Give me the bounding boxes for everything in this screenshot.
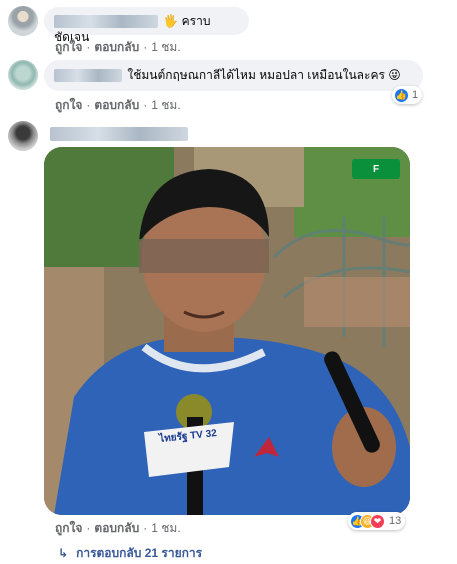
comment-bubble: 🖐 คราบชัดเจน [44,7,249,44]
timestamp[interactable]: 1 ชม. [151,40,180,54]
reaction-count: 1 [412,89,419,101]
separator: · [143,521,148,535]
reaction-count: 13 [389,515,402,527]
avatar[interactable] [8,6,38,36]
timestamp[interactable]: 1 ชม. [151,98,180,112]
like-button[interactable]: ถูกใจ [55,40,82,54]
like-button[interactable]: ถูกใจ [55,98,82,112]
comment-bubble: ใช้มนต์กฤษณกาลีได้ไหม หมอปลา เหมือนในละค… [44,60,423,91]
view-replies-label: การตอบกลับ 21 รายการ [76,546,203,560]
love-reaction-icon: ❤ [370,513,385,529]
comment-photo[interactable]: ไทยรัฐ TV 32 F [44,147,410,515]
separator: · [86,98,91,112]
reaction-summary[interactable]: 👍 😆 ❤ 13 [348,512,406,530]
channel-logo: F [352,159,400,179]
like-button[interactable]: ถูกใจ [55,521,82,535]
avatar[interactable] [8,60,38,90]
like-reaction-icon: 👍 [394,87,409,103]
comment-actions: ถูกใจ · ตอบกลับ · 1 ชม. [55,519,181,538]
author-name-bubble [44,122,194,142]
comment-text: ใช้มนต์กฤษณกาลีได้ไหม หมอปลา เหมือนในละค… [127,68,401,82]
reply-button[interactable]: ตอบกลับ [94,98,139,112]
reaction-summary[interactable]: 👍 1 [392,86,423,104]
comment-actions: ถูกใจ · ตอบกลับ · 1 ชม. [55,38,181,57]
avatar[interactable] [8,121,38,151]
separator: · [86,521,91,535]
reply-button[interactable]: ตอบกลับ [94,521,139,535]
reply-arrow-icon: ↳ [58,546,69,560]
reply-button[interactable]: ตอบกลับ [94,40,139,54]
separator: · [143,40,148,54]
author-name-redacted[interactable] [54,69,122,83]
separator: · [143,98,148,112]
comment-actions: ถูกใจ · ตอบกลับ · 1 ชม. [55,96,181,115]
view-replies-link[interactable]: ↳ การตอบกลับ 21 รายการ [58,544,202,563]
author-name-redacted[interactable] [54,15,158,29]
timestamp[interactable]: 1 ชม. [151,521,180,535]
interview-photo-illustration [44,147,410,515]
author-name-redacted[interactable] [50,126,188,141]
separator: · [86,40,91,54]
